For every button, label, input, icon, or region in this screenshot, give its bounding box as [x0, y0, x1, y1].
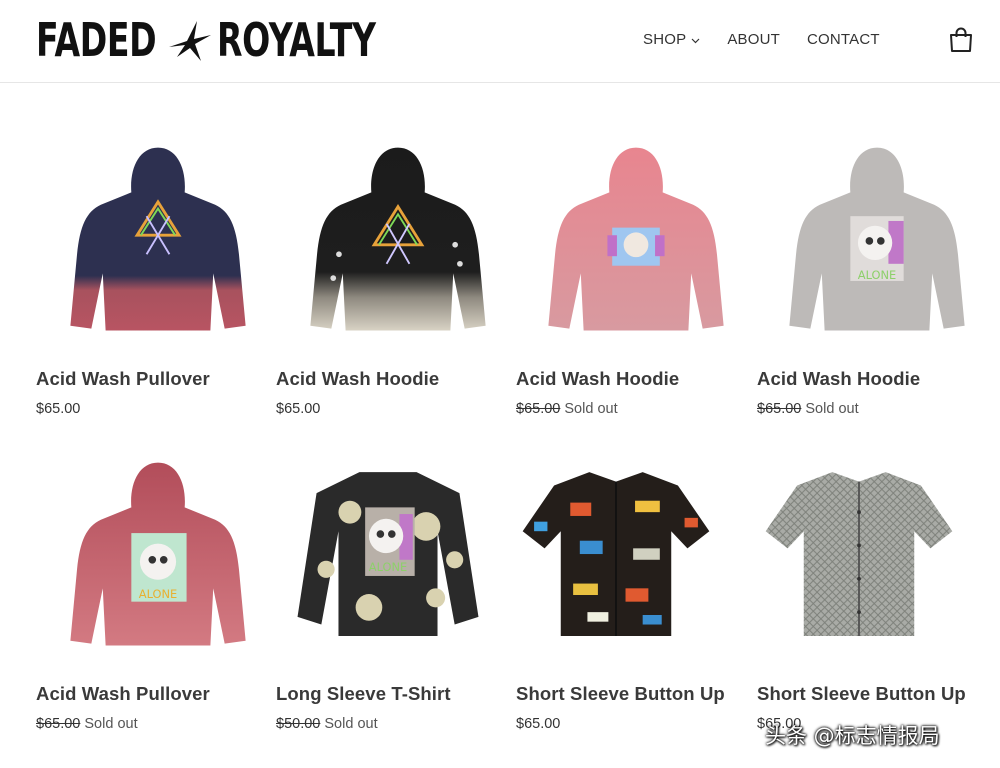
- product-price-block: $65.00 Sold out: [36, 716, 138, 732]
- nav-label-contact: CONTACT: [807, 31, 880, 48]
- product-image-hoodie[interactable]: [298, 140, 498, 340]
- product-price-original: $65.00: [757, 401, 802, 417]
- svg-text:ALONE: ALONE: [139, 587, 177, 601]
- nav-item-contact[interactable]: CONTACT: [807, 31, 880, 48]
- svg-text:ALONE: ALONE: [858, 268, 896, 282]
- product-image-hoodie[interactable]: ALONE: [777, 140, 977, 340]
- main-nav: SHOP ABOUT CONTACT: [643, 31, 907, 48]
- sold-out-label: Sold out: [805, 401, 859, 417]
- product-price-original: $50.00: [276, 716, 321, 732]
- product-title[interactable]: Acid Wash Hoodie: [757, 368, 920, 390]
- site-header: FADED ROYALTY SHOP ABOUT CONTACT: [0, 0, 1000, 83]
- shopping-bag-icon[interactable]: [948, 27, 974, 53]
- logo-word-royalty: ROYALTY: [217, 13, 376, 67]
- product-title[interactable]: Acid Wash Pullover: [36, 683, 210, 705]
- product-title[interactable]: Acid Wash Hoodie: [276, 368, 439, 390]
- product-price: $65.00: [36, 401, 81, 417]
- nav-label-shop: SHOP: [643, 31, 687, 48]
- product-image-button-shirt[interactable]: [516, 455, 716, 655]
- sold-out-label: Sold out: [324, 716, 378, 732]
- product-price: $65.00: [516, 716, 561, 732]
- site-logo[interactable]: FADED ROYALTY: [36, 15, 437, 65]
- product-image-hoodie[interactable]: [536, 140, 736, 340]
- product-image-hoodie[interactable]: [58, 140, 258, 340]
- product-image-longsleeve[interactable]: ALONE: [288, 455, 488, 655]
- nav-item-shop[interactable]: SHOP: [643, 31, 700, 48]
- product-price-original: $65.00: [516, 401, 561, 417]
- product-price-block: $65.00 Sold out: [757, 401, 859, 417]
- product-title[interactable]: Acid Wash Hoodie: [516, 368, 679, 390]
- product-image-hoodie[interactable]: ALONE: [58, 455, 258, 655]
- product-title[interactable]: Long Sleeve T-Shirt: [276, 683, 451, 705]
- svg-text:ALONE: ALONE: [369, 560, 407, 574]
- product-price-block: $65.00 Sold out: [516, 401, 618, 417]
- product-image-button-shirt[interactable]: [759, 455, 959, 655]
- product-title[interactable]: Short Sleeve Button Up: [757, 683, 966, 705]
- product-title[interactable]: Short Sleeve Button Up: [516, 683, 725, 705]
- nav-item-about[interactable]: ABOUT: [727, 31, 780, 48]
- logo-word-faded: FADED: [36, 13, 157, 67]
- star-icon: [169, 21, 212, 61]
- nav-label-about: ABOUT: [727, 31, 780, 48]
- product-price-block: $50.00 Sold out: [276, 716, 378, 732]
- product-title[interactable]: Acid Wash Pullover: [36, 368, 210, 390]
- sold-out-label: Sold out: [564, 401, 618, 417]
- sold-out-label: Sold out: [84, 716, 138, 732]
- product-price-original: $65.00: [36, 716, 81, 732]
- product-price: $65.00: [276, 401, 321, 417]
- watermark-text: 头条 @标志情报局: [765, 724, 940, 748]
- chevron-down-icon: [691, 38, 700, 43]
